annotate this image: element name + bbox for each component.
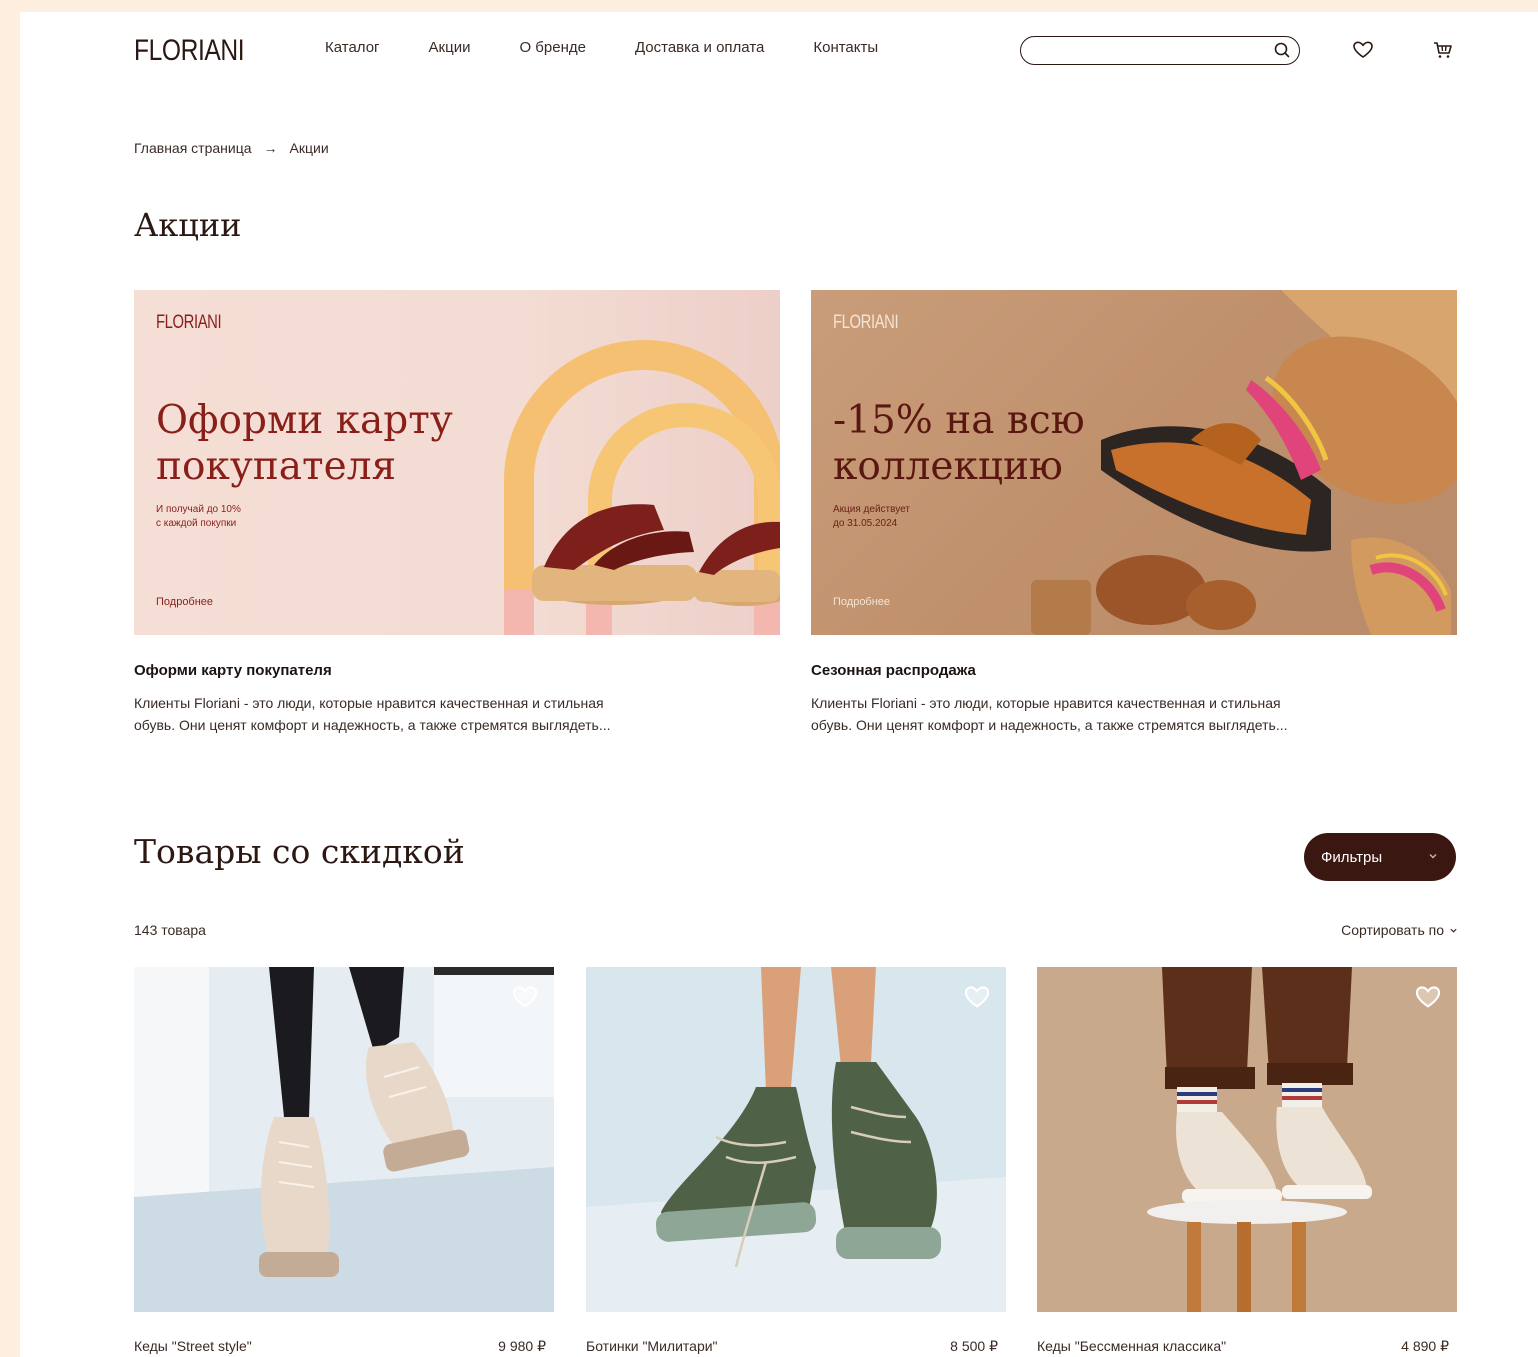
product-price: 9 980 ₽ (498, 1338, 546, 1354)
product-card[interactable]: Кеды "Бессменная классика" 4 890 ₽ (1037, 967, 1457, 1357)
page: FLORIANI Каталог Акции О бренде Доставка… (20, 12, 1538, 1357)
section-title: Товары со скидкой (134, 832, 465, 871)
main-nav: Каталог Акции О бренде Доставка и оплата… (325, 39, 927, 56)
nav-delivery[interactable]: Доставка и оплата (635, 39, 764, 56)
banner-more-link[interactable]: Подробнее (156, 596, 213, 608)
banner-heading-line: покупателя (156, 444, 397, 489)
banner-subtext: Акция действует до 31.05.2024 (833, 503, 963, 531)
promo-title[interactable]: Оформи карту покупателя (134, 662, 332, 679)
search-icon[interactable] (1273, 41, 1291, 59)
product-name[interactable]: Кеды "Бессменная классика" (1037, 1338, 1226, 1354)
banner-heading-line: Оформи карту (156, 398, 453, 443)
nav-about[interactable]: О бренде (519, 39, 586, 56)
banner-subtext-line: Акция действует (833, 504, 910, 515)
search-input[interactable] (1020, 36, 1300, 65)
banner-heading-line: коллекцию (833, 444, 1063, 489)
favorite-heart-icon[interactable] (511, 983, 539, 1011)
banner-heading: -15% на всю коллекцию (833, 398, 1085, 490)
banner-heading-line: -15% на всю (833, 398, 1085, 443)
product-price: 4 890 ₽ (1401, 1338, 1449, 1354)
banner-subtext-line: с каждой покупки (156, 518, 237, 529)
breadcrumb-current: Акции (289, 140, 329, 156)
banner-subtext: И получай до 10% с каждой покупки (156, 503, 286, 531)
promo-banner-card[interactable]: FLORIANI -15% на всю коллекцию Акция дей… (811, 290, 1457, 635)
product-count: 143 товара (134, 922, 206, 938)
sort-label: Сортировать по (1341, 922, 1444, 938)
favorite-heart-icon[interactable] (1414, 983, 1442, 1011)
page-title: Акции (134, 206, 242, 244)
promo-description: Клиенты Floriani - это люди, которые нра… (811, 692, 1401, 736)
chevron-down-icon (1450, 928, 1457, 933)
promo-description: Клиенты Floriani - это люди, которые нра… (134, 692, 724, 736)
product-name[interactable]: Кеды "Street style" (134, 1338, 252, 1354)
promo-description-line: Клиенты Floriani - это люди, которые нра… (811, 695, 1281, 711)
banner-logo: FLORIANI (833, 312, 899, 333)
nav-contacts[interactable]: Контакты (813, 39, 878, 56)
banner-more-link[interactable]: Подробнее (833, 596, 890, 608)
logo[interactable]: FLORIANI (134, 34, 245, 68)
banner-heading: Оформи карту покупателя (156, 398, 453, 490)
chevron-down-icon (1429, 854, 1437, 859)
banner-logo: FLORIANI (156, 312, 222, 333)
product-price: 8 500 ₽ (950, 1338, 998, 1354)
product-image[interactable] (134, 967, 554, 1312)
promo-description-line: обувь. Они ценят комфорт и надежность, а… (811, 717, 1288, 733)
promo-description-line: обувь. Они ценят комфорт и надежность, а… (134, 717, 611, 733)
product-card[interactable]: Ботинки "Милитари" 8 500 ₽ (586, 967, 1006, 1357)
sort-dropdown[interactable]: Сортировать по (1341, 922, 1458, 938)
promo-banner-card[interactable]: FLORIANI Оформи карту покупателя И получ… (134, 290, 780, 635)
nav-sales[interactable]: Акции (429, 39, 471, 56)
breadcrumb-arrow-icon: → (263, 140, 278, 156)
banner-subtext-line: И получай до 10% (156, 504, 241, 515)
heart-icon[interactable] (1351, 38, 1375, 62)
filters-label: Фильтры (1321, 848, 1383, 866)
promo-description-line: Клиенты Floriani - это люди, которые нра… (134, 695, 604, 711)
product-image[interactable] (586, 967, 1006, 1312)
breadcrumb: Главная страница → Акции (134, 140, 329, 156)
breadcrumb-home[interactable]: Главная страница (134, 140, 252, 156)
product-name[interactable]: Ботинки "Милитари" (586, 1338, 718, 1354)
cart-icon[interactable] (1431, 38, 1455, 62)
banner-subtext-line: до 31.05.2024 (833, 518, 898, 529)
product-image[interactable] (1037, 967, 1457, 1312)
product-card[interactable]: Кеды "Street style" 9 980 ₽ (134, 967, 554, 1357)
promo-title[interactable]: Сезонная распродажа (811, 662, 976, 679)
nav-catalog[interactable]: Каталог (325, 39, 380, 56)
filters-button[interactable]: Фильтры (1304, 833, 1456, 881)
favorite-heart-icon[interactable] (963, 983, 991, 1011)
